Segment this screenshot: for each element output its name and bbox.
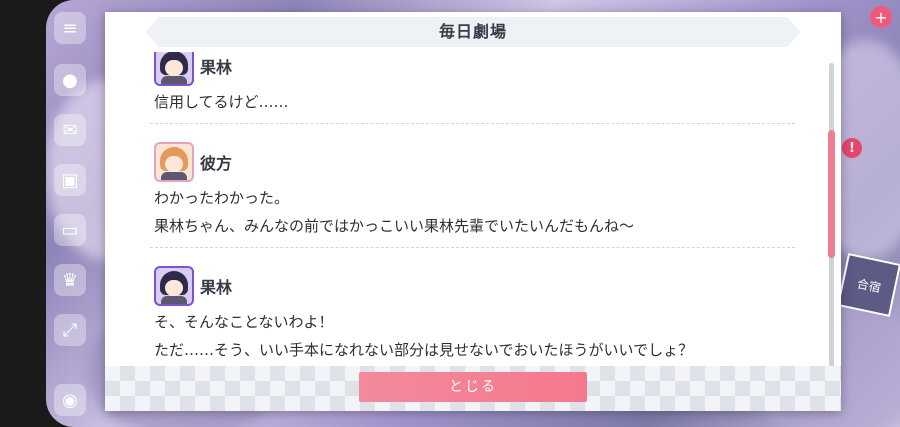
dialogue-entry: 果林 そ、そんなことないわよ！ ただ……そう、いい手本になれない部分は見せないで…: [150, 260, 795, 370]
chat-icon[interactable]: ●: [54, 64, 86, 96]
karin-avatar: [154, 52, 194, 86]
speaker-row: 果林: [154, 52, 795, 88]
karin-avatar: [154, 266, 194, 306]
dialogue-list: 果林 信用してるけど…… 彼方 わかったわかった。 果林ちゃん、みんなの前ではか…: [150, 52, 795, 370]
alert-icon: !: [842, 138, 862, 158]
kanata-avatar: [154, 142, 194, 182]
speaker-row: 果林: [154, 264, 795, 308]
dialogue-line: 信用してるけど……: [154, 93, 289, 111]
dialogue-entry: 彼方 わかったわかった。 果林ちゃん、みんなの前ではかっこいい果林先輩でいたいん…: [150, 136, 795, 248]
dialogue-line: わかったわかった。: [154, 189, 290, 207]
daily-theater-dialog: 毎日劇場 果林 信用してるけど…… 彼方 わかったわかった。 果林ちゃん、みんな…: [105, 12, 841, 411]
dialogue-line: 果林ちゃん、みんなの前ではかっこいい果林先輩でいたいんだもんね〜: [154, 217, 635, 235]
dialog-header: 毎日劇場: [145, 17, 801, 47]
currency-badge[interactable]: +: [840, 6, 900, 36]
event-tile-label: 合宿: [855, 276, 883, 295]
speaker-name: 果林: [200, 58, 233, 77]
dialogue-line: そ、そんなことないわよ！: [154, 313, 334, 331]
dialogue-entry: 果林 信用してるけど……: [150, 52, 795, 124]
profile-icon[interactable]: ◉: [54, 384, 86, 416]
event-tile[interactable]: 合宿: [836, 252, 900, 318]
speaker-name: 果林: [200, 278, 233, 297]
scrollbar-thumb[interactable]: [828, 130, 835, 258]
trophy-icon[interactable]: ♛: [54, 264, 86, 296]
plus-icon[interactable]: +: [870, 6, 892, 28]
menu-icon[interactable]: ≡: [54, 12, 86, 44]
dialog-footer: とじる: [105, 366, 841, 411]
speaker-name: 彼方: [200, 154, 233, 173]
mail-icon[interactable]: ✉: [54, 114, 86, 146]
close-button[interactable]: とじる: [359, 372, 587, 402]
monitor-icon[interactable]: ▭: [54, 214, 86, 246]
dialogue-line: ただ……そう、いい手本になれない部分は見せないでおいたほうがいいでしょ？: [154, 341, 694, 359]
expand-icon[interactable]: ⤢: [54, 314, 86, 346]
gift-icon[interactable]: ▣: [54, 164, 86, 196]
speaker-row: 彼方: [154, 140, 795, 184]
dialogue-scroll-area[interactable]: 果林 信用してるけど…… 彼方 わかったわかった。 果林ちゃん、みんなの前ではか…: [105, 52, 841, 370]
left-menu: ≡ ● ✉ ▣ ▭ ♛ ⤢ ◉: [52, 8, 88, 418]
dialog-title: 毎日劇場: [438, 22, 507, 41]
